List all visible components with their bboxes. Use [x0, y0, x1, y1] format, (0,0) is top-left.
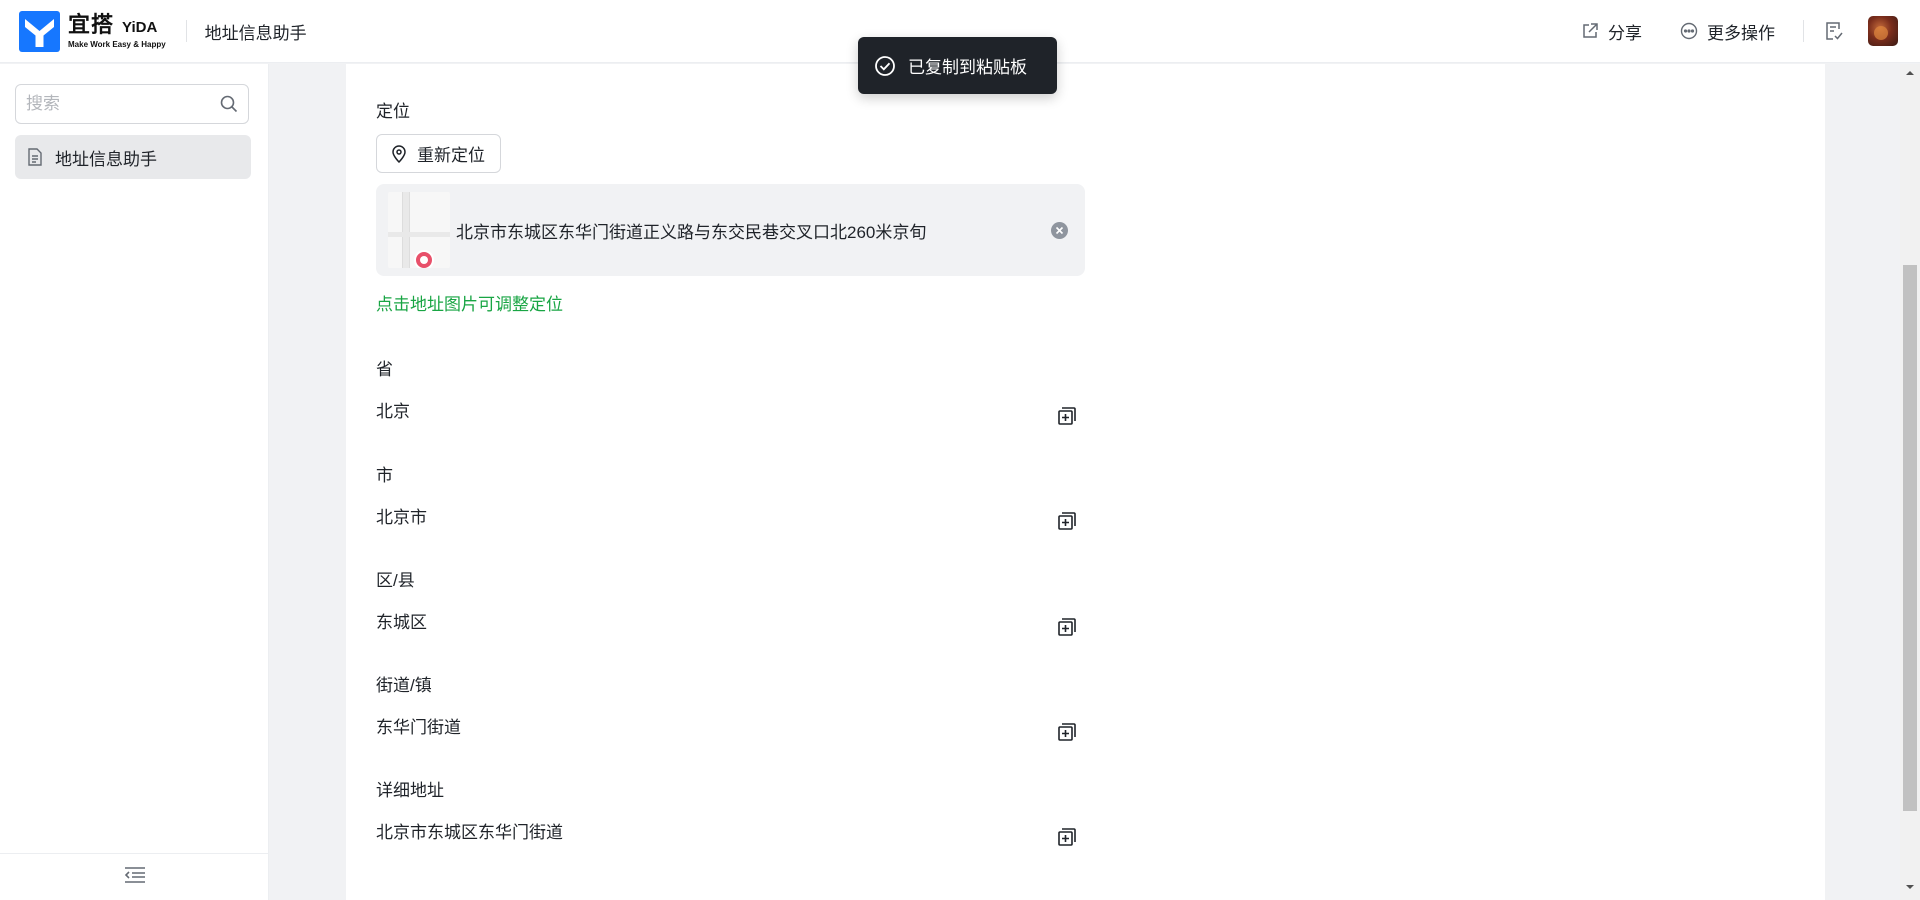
header-separator	[1803, 20, 1804, 42]
scroll-down-arrow-icon[interactable]	[1900, 882, 1920, 896]
header-divider	[185, 20, 187, 42]
sidebar-footer	[0, 853, 269, 900]
address-text: 北京市东城区东华门街道正义路与东交民巷交叉口北260米京旬	[456, 222, 927, 242]
form-content: 定位 重新定位 北京市东城区东华门街道正义路与东交民巷交叉口北260米京旬 点击…	[346, 64, 1825, 900]
header-actions: 分享 更多操作	[1581, 16, 1920, 46]
field-label-detail-address: 详细地址	[376, 781, 444, 800]
copy-icon[interactable]	[1056, 616, 1078, 638]
field-value-detail-address: 北京市东城区东华门街道	[376, 823, 563, 842]
field-label-district: 区/县	[376, 571, 415, 590]
copy-icon[interactable]	[1056, 405, 1078, 427]
yida-logo-icon	[19, 10, 60, 52]
page-scrollbar[interactable]	[1900, 64, 1920, 900]
field-label-city: 市	[376, 466, 393, 485]
clear-address-icon[interactable]	[1051, 221, 1068, 239]
sidebar-search[interactable]	[15, 84, 249, 124]
more-actions-label: 更多操作	[1707, 23, 1775, 43]
logo-text: 宜搭 YiDA Make Work Easy & Happy	[68, 11, 166, 50]
document-icon	[28, 148, 42, 166]
collapse-sidebar-icon[interactable]	[124, 866, 146, 889]
map-road	[402, 192, 410, 268]
logo-english: YiDA	[122, 18, 158, 36]
field-label-street: 街道/镇	[376, 676, 432, 695]
todo-list-icon	[1826, 22, 1843, 40]
field-value-province: 北京	[376, 402, 410, 421]
relocate-button[interactable]: 重新定位	[376, 134, 501, 173]
check-circle-icon	[875, 55, 895, 76]
sidebar-item-label: 地址信息助手	[55, 149, 157, 169]
share-icon	[1583, 23, 1598, 38]
location-label: 定位	[376, 102, 410, 121]
sidebar-item-address-helper[interactable]: 地址信息助手	[15, 135, 251, 179]
more-actions-button[interactable]: 更多操作	[1680, 19, 1775, 44]
toast-message: 已复制到粘贴板	[908, 58, 1027, 77]
map-adjust-hint[interactable]: 点击地址图片可调整定位	[376, 290, 563, 315]
search-input[interactable]	[26, 94, 206, 114]
copy-icon[interactable]	[1056, 826, 1078, 848]
map-pin-icon	[414, 250, 434, 268]
sidebar: 地址信息助手	[0, 64, 269, 900]
field-label-province: 省	[376, 360, 393, 379]
location-pin-icon	[392, 144, 406, 163]
yida-logo[interactable]: 宜搭 YiDA Make Work Easy & Happy	[19, 10, 166, 52]
map-road	[388, 232, 450, 237]
copy-icon[interactable]	[1056, 510, 1078, 532]
logo-slogan: Make Work Easy & Happy	[68, 39, 166, 49]
field-value-street: 东华门街道	[376, 718, 461, 737]
share-button[interactable]: 分享	[1581, 19, 1642, 44]
todo-button[interactable]	[1824, 21, 1844, 41]
scroll-up-arrow-icon[interactable]	[1900, 68, 1920, 82]
more-icon	[1680, 22, 1698, 40]
address-card: 北京市东城区东华门街道正义路与东交民巷交叉口北260米京旬	[376, 184, 1085, 276]
field-value-city: 北京市	[376, 508, 427, 527]
share-label: 分享	[1608, 23, 1642, 43]
copy-icon[interactable]	[1056, 721, 1078, 743]
app-title: 地址信息助手	[204, 23, 307, 43]
user-avatar[interactable]	[1868, 16, 1898, 46]
search-icon[interactable]	[220, 95, 238, 113]
logo-chinese: 宜搭	[68, 11, 115, 37]
scrollbar-thumb[interactable]	[1903, 265, 1917, 811]
relocate-label: 重新定位	[417, 146, 485, 165]
map-thumbnail[interactable]	[388, 192, 450, 268]
copied-toast: 已复制到粘贴板	[858, 37, 1057, 94]
field-value-district: 东城区	[376, 613, 427, 632]
